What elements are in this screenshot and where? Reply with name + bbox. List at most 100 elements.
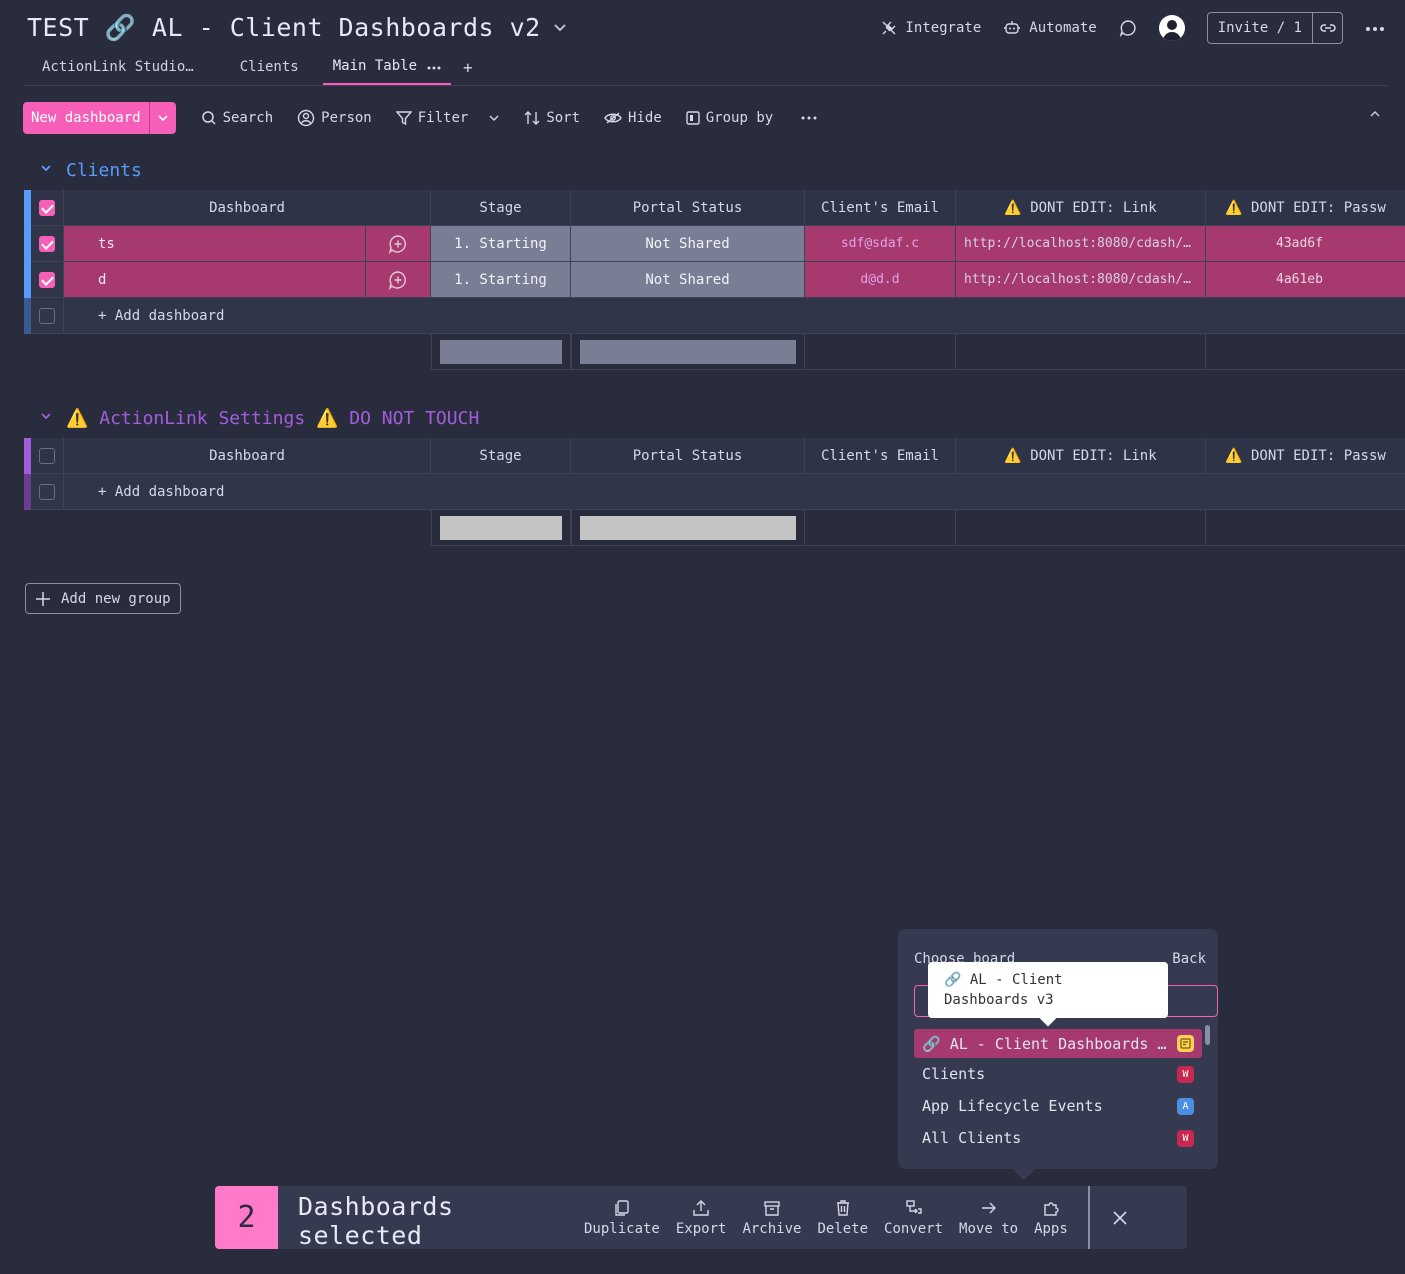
item-updates-button[interactable] <box>366 226 431 262</box>
tab-actionlink-studio[interactable]: ActionLink Studio… <box>24 49 212 85</box>
column-header-password[interactable]: ⚠️ DONT EDIT: Passw <box>1206 190 1405 226</box>
duplicate-button[interactable]: Duplicate <box>576 1186 668 1249</box>
tab-options-icon[interactable] <box>427 58 441 74</box>
chevron-up-icon[interactable] <box>1369 108 1381 124</box>
board-option[interactable]: 🔗 AL - Client Dashboards … <box>914 1029 1202 1058</box>
column-header-link[interactable]: ⚠️ DONT EDIT: Link <box>956 190 1206 226</box>
link-summary <box>956 510 1206 546</box>
add-dashboard-input[interactable]: + Add dashboard <box>64 298 1405 334</box>
add-item-row[interactable]: + Add dashboard <box>24 474 1405 510</box>
updates-button[interactable] <box>1119 19 1137 37</box>
close-selection-button[interactable] <box>1090 1186 1150 1249</box>
sort-button[interactable]: Sort <box>512 102 592 134</box>
password-cell[interactable]: 4a61eb <box>1206 262 1405 298</box>
table-row[interactable]: d 1. Starting Not Shared d@d.d http://lo… <box>24 262 1405 298</box>
board-title[interactable]: TEST 🔗 AL - Client Dashboards v2 <box>27 10 567 46</box>
export-button[interactable]: Export <box>668 1186 735 1249</box>
add-dashboard-input[interactable]: + Add dashboard <box>64 474 1405 510</box>
stage-cell[interactable]: 1. Starting <box>431 262 571 298</box>
stage-summary[interactable] <box>431 334 571 370</box>
chevron-down-icon[interactable] <box>36 162 56 178</box>
add-new-group-button[interactable]: Add new group <box>25 583 181 614</box>
move-to-button[interactable]: Move to <box>951 1186 1026 1249</box>
group-header-actionlink-settings[interactable]: ⚠️ ActionLink Settings ⚠️ DO NOT TOUCH <box>36 403 479 433</box>
tab-main-table[interactable]: Main Table <box>322 49 452 85</box>
apps-button[interactable]: Apps <box>1026 1186 1076 1249</box>
search-button[interactable]: Search <box>189 102 286 134</box>
email-summary <box>805 510 956 546</box>
convert-button[interactable]: Convert <box>876 1186 951 1249</box>
duplicate-label: Duplicate <box>584 1220 660 1237</box>
column-header-clients-email[interactable]: Client's Email <box>805 438 956 474</box>
avatar[interactable] <box>1158 15 1185 41</box>
row-checkbox <box>31 298 64 334</box>
back-button[interactable]: Back <box>1172 951 1206 967</box>
column-header-portal-status[interactable]: Portal Status <box>571 190 805 226</box>
export-label: Export <box>675 1220 727 1237</box>
portal-status-cell[interactable]: Not Shared <box>571 262 805 298</box>
bulk-actions: Duplicate Export Archive Delete Convert … <box>576 1186 1076 1249</box>
email-cell[interactable]: d@d.d <box>805 262 956 298</box>
row-checkbox[interactable] <box>31 262 64 298</box>
chevron-down-icon[interactable] <box>553 19 567 38</box>
group-header-clients[interactable]: Clients <box>36 155 142 185</box>
more-toolbar-icon[interactable] <box>789 102 829 134</box>
more-options-icon[interactable] <box>1365 20 1385 36</box>
summary-row <box>431 334 1405 370</box>
column-header-dashboard[interactable]: Dashboard <box>64 438 431 474</box>
group-by-button[interactable]: Group by <box>674 102 785 134</box>
stage-summary[interactable] <box>431 510 571 546</box>
stage-cell[interactable]: 1. Starting <box>431 226 571 262</box>
integrate-button[interactable]: Integrate <box>881 20 981 36</box>
tab-clients[interactable]: Clients <box>222 49 317 85</box>
copy-link-icon[interactable] <box>1312 13 1342 43</box>
item-name[interactable]: d <box>64 262 366 298</box>
email-cell[interactable]: sdf@sdaf.c <box>805 226 956 262</box>
portal-summary[interactable] <box>571 334 805 370</box>
portal-status-cell[interactable]: Not Shared <box>571 226 805 262</box>
link-cell[interactable]: http://localhost:8080/cdash/… <box>956 226 1206 262</box>
automate-button[interactable]: Automate <box>1003 20 1097 36</box>
add-view-icon[interactable]: + <box>451 49 485 85</box>
hide-label: Hide <box>628 110 662 126</box>
filter-button[interactable]: Filter <box>384 102 513 134</box>
arrow-right-icon <box>981 1202 996 1213</box>
delete-button[interactable]: Delete <box>809 1186 876 1249</box>
chevron-down-icon[interactable] <box>148 102 176 134</box>
table-row[interactable]: ts 1. Starting Not Shared sdf@sdaf.c htt… <box>24 226 1405 262</box>
select-all-checkbox[interactable] <box>31 190 64 226</box>
chevron-down-icon[interactable] <box>36 410 56 426</box>
archive-button[interactable]: Archive <box>734 1186 809 1249</box>
person-button[interactable]: Person <box>285 102 384 134</box>
group-title[interactable]: Clients <box>66 160 142 181</box>
board-list: 🔗 AL - Client Dashboards … Clients W App… <box>914 1029 1202 1154</box>
board-option-name: Clients <box>922 1065 986 1083</box>
column-header-password[interactable]: ⚠️ DONT EDIT: Passw <box>1206 438 1405 474</box>
portal-summary[interactable] <box>571 510 805 546</box>
board-option[interactable]: App Lifecycle Events A <box>914 1090 1202 1122</box>
item-updates-button[interactable] <box>366 262 431 298</box>
chevron-down-icon[interactable] <box>488 112 500 124</box>
invite-button[interactable]: Invite / 1 <box>1206 12 1343 44</box>
column-header-link[interactable]: ⚠️ DONT EDIT: Link <box>956 438 1206 474</box>
popup-scrollbar[interactable] <box>1205 1025 1210 1045</box>
hide-button[interactable]: Hide <box>592 102 674 134</box>
column-header-clients-email[interactable]: Client's Email <box>805 190 956 226</box>
password-cell[interactable]: 43ad6f <box>1206 226 1405 262</box>
new-dashboard-button[interactable]: New dashboard <box>23 102 176 134</box>
column-header-dashboard[interactable]: Dashboard <box>64 190 431 226</box>
board-option[interactable]: Clients W <box>914 1058 1202 1090</box>
select-all-checkbox[interactable] <box>31 438 64 474</box>
add-item-row[interactable]: + Add dashboard <box>24 298 1405 334</box>
column-header-stage[interactable]: Stage <box>431 438 571 474</box>
row-checkbox[interactable] <box>31 226 64 262</box>
column-header-stage[interactable]: Stage <box>431 190 571 226</box>
link-cell[interactable]: http://localhost:8080/cdash/… <box>956 262 1206 298</box>
group-color-bar <box>24 474 31 510</box>
item-name[interactable]: ts <box>64 226 366 262</box>
board-option[interactable]: All Clients W <box>914 1122 1202 1154</box>
group-title[interactable]: ⚠️ ActionLink Settings ⚠️ DO NOT TOUCH <box>66 408 479 429</box>
column-header-portal-status[interactable]: Portal Status <box>571 438 805 474</box>
table-header-row: Dashboard Stage Portal Status Client's E… <box>24 190 1405 226</box>
tab-label: Main Table <box>332 58 418 74</box>
